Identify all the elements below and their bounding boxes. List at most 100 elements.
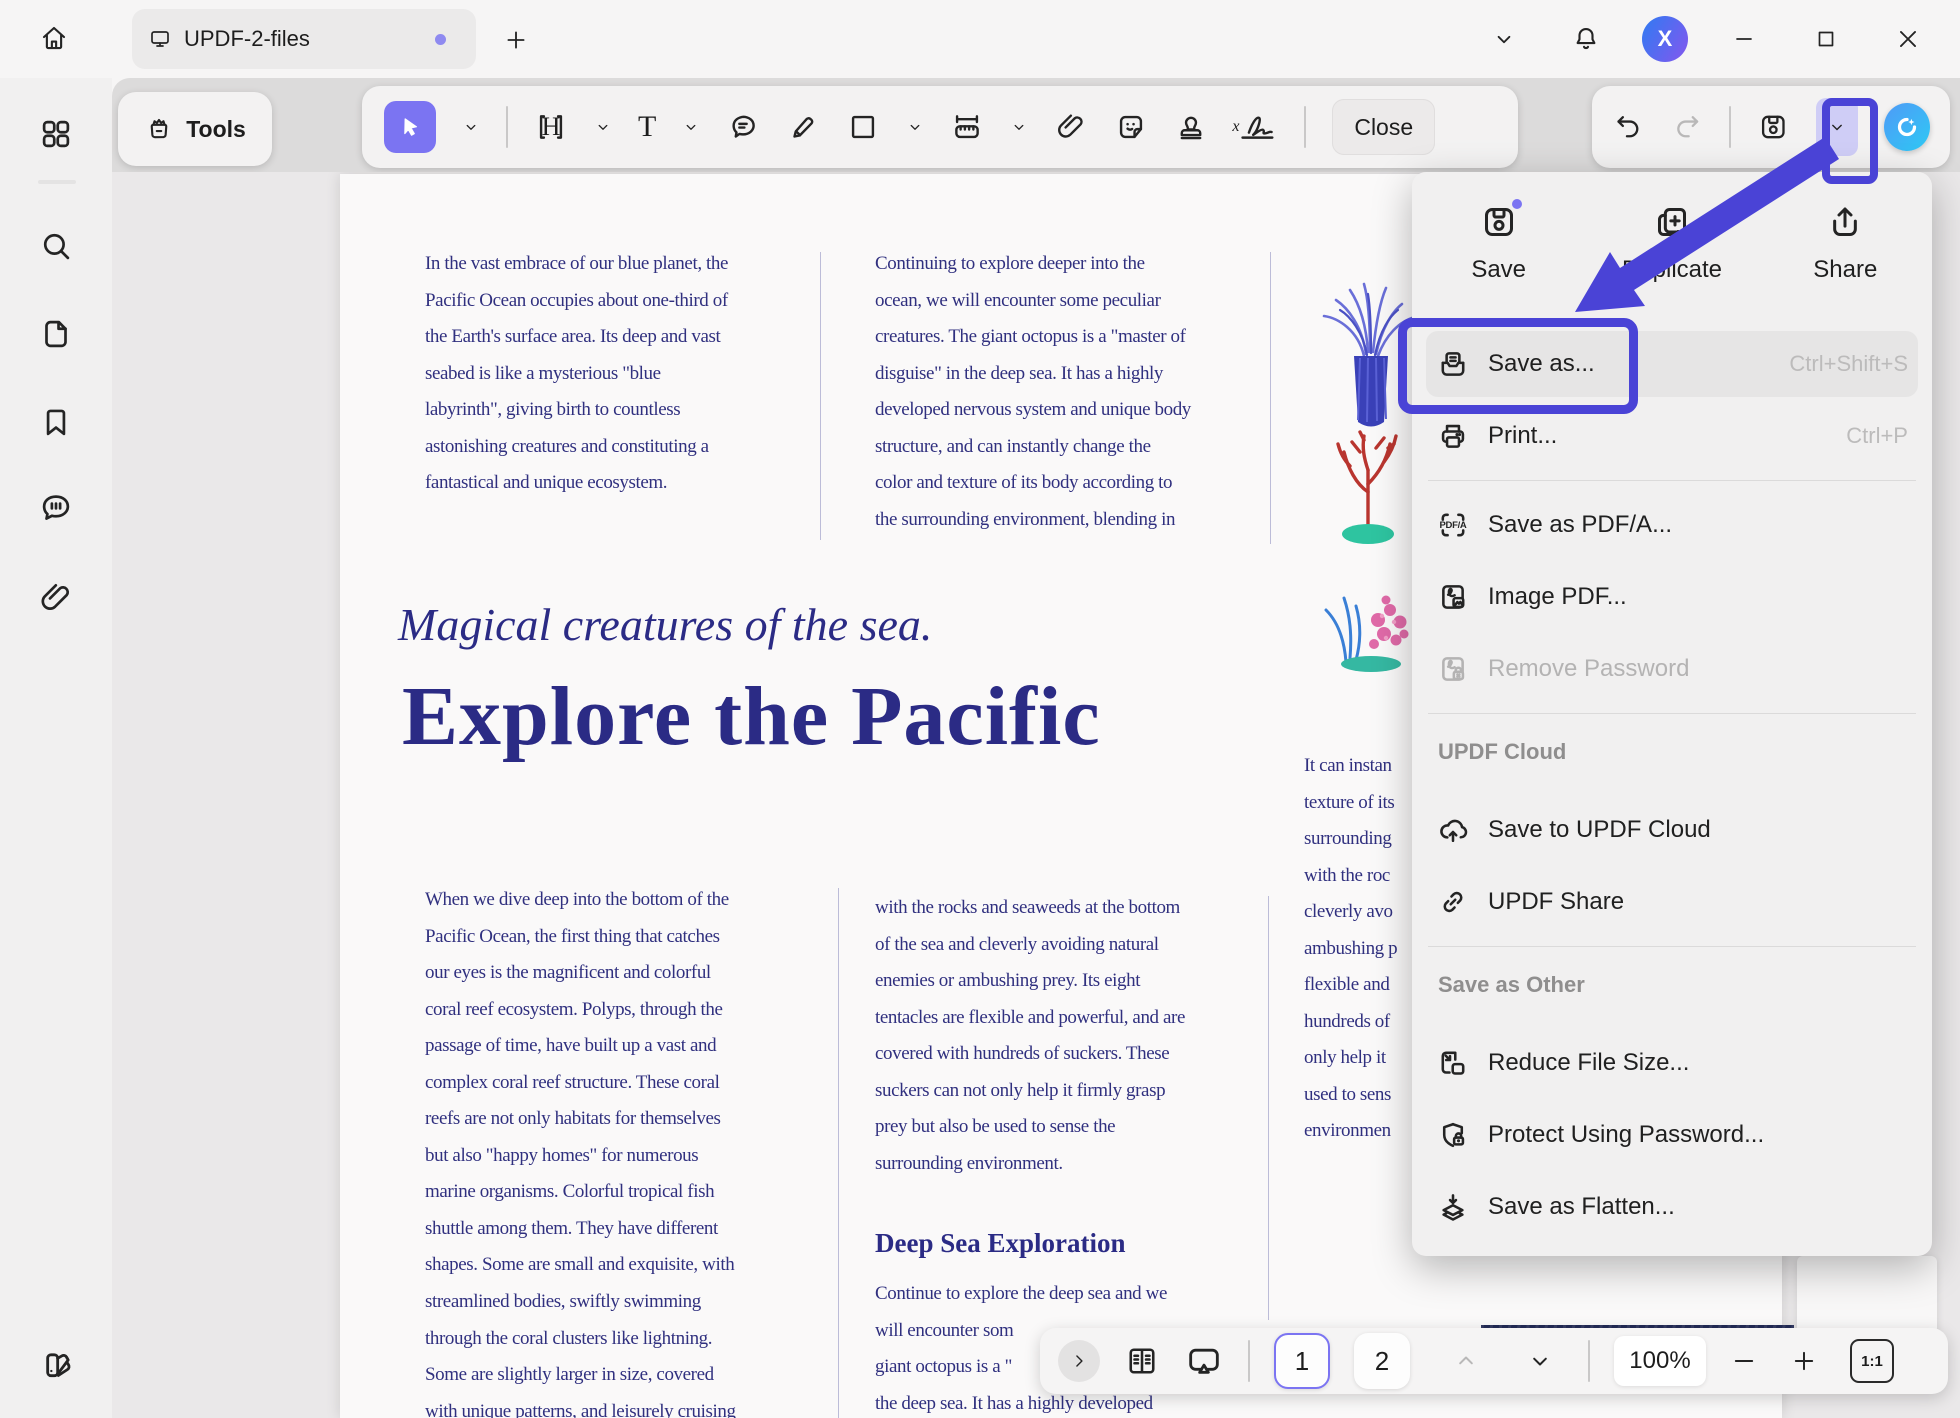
- heading-tool-button[interactable]: H: [534, 110, 568, 144]
- text-line: streamlined bodies, swiftly swimming: [425, 1284, 736, 1321]
- plus-icon: [503, 27, 529, 53]
- sidebar-item-comments[interactable]: [28, 480, 84, 536]
- minimize-button[interactable]: [1718, 13, 1770, 65]
- zoom-in-icon[interactable]: [1790, 1347, 1818, 1375]
- signature-tool-button[interactable]: x: [1234, 110, 1278, 144]
- text-line: surrounding environment.: [875, 1146, 1185, 1183]
- measure-tool-chevron-icon[interactable]: [1010, 118, 1028, 136]
- home-icon: [39, 23, 69, 53]
- menu-item-save-as[interactable]: Save as... Ctrl+Shift+S: [1412, 328, 1932, 400]
- expand-statusbar-button[interactable]: [1058, 1340, 1100, 1382]
- save-dropdown-button[interactable]: [1816, 98, 1858, 156]
- monitor-icon: [148, 27, 172, 51]
- notifications-button[interactable]: [1560, 13, 1612, 65]
- menu-item-save-to-cloud[interactable]: Save to UPDF Cloud: [1412, 794, 1932, 866]
- save-as-icon: [1436, 347, 1470, 381]
- redo-icon[interactable]: [1671, 110, 1704, 144]
- sidebar-item-appearance[interactable]: [28, 1336, 84, 1392]
- menu-item-save-as-pdfa[interactable]: PDF/A Save as PDF/A...: [1412, 489, 1932, 561]
- zoom-level[interactable]: 100%: [1614, 1336, 1706, 1386]
- menu-item-reduce-file-size[interactable]: Reduce File Size...: [1412, 1027, 1932, 1099]
- sticker-tool-icon[interactable]: [1114, 110, 1148, 144]
- select-tool-chevron-icon[interactable]: [462, 118, 480, 136]
- chevron-down-icon: [1491, 26, 1517, 52]
- column-divider: [820, 252, 821, 540]
- undo-icon[interactable]: [1612, 110, 1645, 144]
- text-line: ambushing p: [1304, 931, 1397, 968]
- text-line: surrounding: [1304, 821, 1397, 858]
- maximize-button[interactable]: [1800, 13, 1852, 65]
- text-line: with the roc: [1304, 858, 1397, 895]
- blue-anemone-illustration: [1318, 260, 1416, 432]
- search-icon: [37, 227, 75, 265]
- text-line: only help it: [1304, 1040, 1397, 1077]
- menu-item-image-pdf[interactable]: Image PDF...: [1412, 561, 1932, 633]
- text-line: astonishing creatures and constituting a: [425, 429, 728, 466]
- sidebar-item-attachments[interactable]: [28, 570, 84, 626]
- sidebar-item-panels[interactable]: [28, 106, 84, 162]
- new-tab-button[interactable]: [496, 20, 536, 60]
- page-button-2[interactable]: 2: [1354, 1333, 1410, 1389]
- zoom-value: 100%: [1629, 1347, 1690, 1375]
- tools-button[interactable]: Tools: [118, 92, 272, 166]
- text-line: tentacles are flexible and powerful, and…: [875, 1000, 1185, 1037]
- text-tool-button[interactable]: T: [638, 112, 656, 142]
- page-layout-icon[interactable]: [1124, 1343, 1160, 1379]
- toolbar-divider: [1729, 106, 1731, 148]
- menu-duplicate-button[interactable]: Duplicate: [1585, 202, 1758, 328]
- text-tool-chevron-icon[interactable]: [682, 118, 700, 136]
- select-tool-button[interactable]: [384, 101, 436, 153]
- menu-share-button[interactable]: Share: [1759, 202, 1932, 328]
- menu-item-remove-password: Remove Password: [1412, 633, 1932, 705]
- shape-tool-chevron-icon[interactable]: [906, 118, 924, 136]
- ai-assistant-button[interactable]: [1884, 103, 1930, 151]
- column-divider: [1270, 252, 1271, 544]
- zoom-out-icon[interactable]: [1730, 1347, 1758, 1375]
- menu-item-save-as-flatten[interactable]: Save as Flatten...: [1412, 1171, 1932, 1243]
- chevron-down-icon: [1827, 117, 1847, 137]
- comment-tool-icon[interactable]: [726, 110, 760, 144]
- page-button-1[interactable]: 1: [1274, 1333, 1330, 1389]
- attach-tool-icon[interactable]: [1054, 110, 1088, 144]
- paragraph-col1-lower: When we dive deep into the bottom of the…: [425, 882, 736, 1418]
- stamp-tool-icon[interactable]: [1174, 110, 1208, 144]
- close-window-button[interactable]: [1882, 13, 1934, 65]
- titlebar-dropdown-button[interactable]: [1478, 13, 1530, 65]
- heading-tool-chevron-icon[interactable]: [594, 118, 612, 136]
- shape-tool-icon[interactable]: [846, 110, 880, 144]
- menu-item-protect-password[interactable]: Protect Using Password...: [1412, 1099, 1932, 1171]
- sidebar-item-search[interactable]: [28, 218, 84, 274]
- paperclip-icon: [37, 579, 75, 617]
- column-divider: [1268, 896, 1269, 1320]
- left-sidebar: [0, 78, 112, 1418]
- text-line: but also "happy homes" for numerous: [425, 1138, 736, 1175]
- avatar[interactable]: X: [1642, 16, 1688, 62]
- menu-item-label: Protect Using Password...: [1488, 1121, 1764, 1149]
- sidebar-item-pages[interactable]: [28, 306, 84, 362]
- save-icon[interactable]: [1757, 110, 1790, 144]
- measure-tool-icon[interactable]: [950, 110, 984, 144]
- menu-separator: [1428, 946, 1916, 947]
- red-coral-illustration: [1320, 418, 1416, 546]
- menu-item-updf-share[interactable]: UPDF Share: [1412, 866, 1932, 938]
- save-icon: [1479, 202, 1519, 242]
- close-icon: [1895, 26, 1921, 52]
- close-edit-button[interactable]: Close: [1332, 99, 1435, 155]
- presentation-icon[interactable]: [1184, 1341, 1224, 1381]
- text-line: through the coral clusters like lightnin…: [425, 1321, 736, 1358]
- menu-save-button[interactable]: Save: [1412, 202, 1585, 328]
- home-button[interactable]: [28, 12, 80, 64]
- previous-page-icon[interactable]: [1452, 1347, 1480, 1375]
- sidebar-item-bookmarks[interactable]: [28, 394, 84, 450]
- signature-icon: [1234, 110, 1278, 144]
- document-tab[interactable]: UPDF-2-files: [132, 9, 476, 69]
- pen-tool-icon[interactable]: [786, 110, 820, 144]
- text-line: seabed is like a mysterious "blue: [425, 356, 728, 393]
- menu-item-shortcut: Ctrl+Shift+S: [1789, 351, 1908, 377]
- ai-sparkle-icon: [1892, 112, 1922, 142]
- menu-separator: [1428, 480, 1916, 481]
- text-line: enemies or ambushing prey. Its eight: [875, 963, 1185, 1000]
- menu-item-print[interactable]: Print... Ctrl+P: [1412, 400, 1932, 472]
- fit-actual-size-button[interactable]: 1:1: [1850, 1339, 1894, 1383]
- next-page-icon[interactable]: [1526, 1347, 1554, 1375]
